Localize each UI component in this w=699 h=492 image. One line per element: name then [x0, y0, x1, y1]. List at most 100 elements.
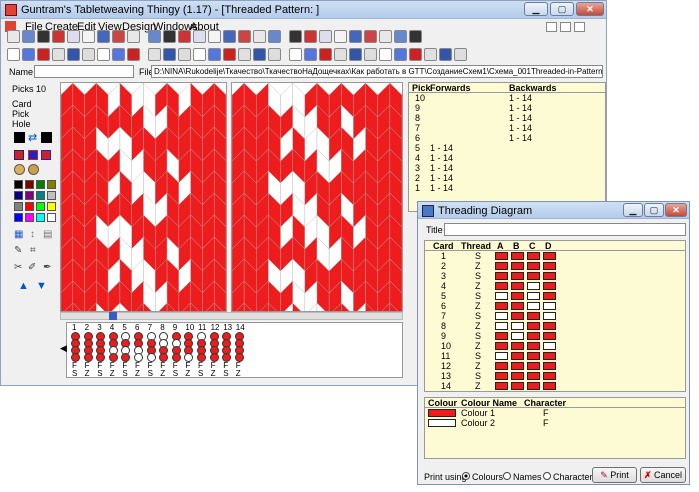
radio-characters[interactable] — [543, 472, 551, 480]
tb1-tool-16-icon[interactable] — [238, 30, 251, 43]
threading-hole-cell[interactable] — [527, 332, 540, 340]
pattern-view-back[interactable] — [231, 82, 403, 338]
threading-hole-cell[interactable] — [511, 302, 524, 310]
palette-swatch-13[interactable] — [14, 213, 23, 222]
threading-hole-cell[interactable] — [495, 272, 508, 280]
tb2-tool-10-icon[interactable] — [148, 48, 161, 61]
flip-tool-icon[interactable]: ↕ — [30, 229, 35, 240]
threading-hole-cell[interactable] — [511, 272, 524, 280]
threading-hole-cell[interactable] — [495, 262, 508, 270]
tb1-tool-2-icon[interactable] — [22, 30, 35, 43]
threading-hole-cell[interactable] — [543, 272, 556, 280]
threading-hole-cell[interactable] — [495, 352, 508, 360]
palette-swatch-2[interactable] — [25, 180, 34, 189]
paint-tool-icon[interactable]: ✐ — [28, 262, 36, 273]
tb1-tool-22-icon[interactable] — [334, 30, 347, 43]
pattern-back-svg[interactable] — [231, 82, 403, 338]
palette-icon[interactable] — [14, 164, 25, 175]
tb2-tool-27-icon[interactable] — [409, 48, 422, 61]
tb1-tool-21-icon[interactable] — [319, 30, 332, 43]
tb2-tool-21-icon[interactable] — [319, 48, 332, 61]
threading-hole-cell[interactable] — [511, 282, 524, 290]
tb1-tool-6-icon[interactable] — [82, 30, 95, 43]
color-tool-2-icon[interactable] — [28, 150, 38, 160]
tb1-tool-27-icon[interactable] — [409, 30, 422, 43]
threading-hole-cell[interactable] — [543, 252, 556, 260]
palette-swatch-11[interactable] — [36, 202, 45, 211]
pattern-front-svg[interactable] — [60, 82, 227, 338]
radio-colours-label[interactable]: Colours — [472, 472, 503, 482]
threading-hole-cell[interactable] — [511, 252, 524, 260]
tb2-tool-18-icon[interactable] — [268, 48, 281, 61]
threading-hole-cell[interactable] — [527, 322, 540, 330]
threading-hole-cell[interactable] — [511, 322, 524, 330]
tb1-tool-14-icon[interactable] — [208, 30, 221, 43]
tb2-tool-8-icon[interactable] — [112, 48, 125, 61]
tb1-tool-10-icon[interactable] — [148, 30, 161, 43]
threading-hole-cell[interactable] — [543, 372, 556, 380]
picks-value[interactable]: 10 — [36, 84, 46, 94]
threading-hole-cell[interactable] — [511, 312, 524, 320]
palette-swatch-10[interactable] — [25, 202, 34, 211]
colour-1-swatch[interactable] — [428, 409, 456, 417]
threading-hole-cell[interactable] — [511, 352, 524, 360]
threading-hole-cell[interactable] — [527, 362, 540, 370]
tb2-tool-23-icon[interactable] — [349, 48, 362, 61]
tb1-tool-8-icon[interactable] — [112, 30, 125, 43]
close-button[interactable]: ✕ — [576, 2, 604, 16]
tb2-tool-25-icon[interactable] — [379, 48, 392, 61]
tb1-tool-26-icon[interactable] — [394, 30, 407, 43]
arrow-up-icon[interactable]: ▲ — [18, 280, 29, 292]
palette-swatch-3[interactable] — [36, 180, 45, 189]
tb1-tool-5-icon[interactable] — [67, 30, 80, 43]
background-color-swatch[interactable] — [41, 132, 52, 143]
tb2-tool-11-icon[interactable] — [163, 48, 176, 61]
tb2-tool-22-icon[interactable] — [334, 48, 347, 61]
threading-hole-cell[interactable] — [495, 302, 508, 310]
radio-colours[interactable] — [462, 472, 470, 480]
radio-names[interactable] — [503, 472, 511, 480]
threading-hole-cell[interactable] — [543, 362, 556, 370]
threading-hole-cell[interactable] — [495, 382, 508, 390]
colour-2-swatch[interactable] — [428, 419, 456, 427]
tb1-tool-12-icon[interactable] — [178, 30, 191, 43]
grid-left-arrow-icon[interactable]: ◀ — [60, 343, 67, 354]
tb2-tool-26-icon[interactable] — [394, 48, 407, 61]
threading-hole-cell[interactable] — [511, 292, 524, 300]
threading-hole-cell[interactable] — [511, 372, 524, 380]
tb1-tool-20-icon[interactable] — [304, 30, 317, 43]
tb2-tool-2-icon[interactable] — [22, 48, 35, 61]
threading-hole-cell[interactable] — [527, 342, 540, 350]
select-tool-icon[interactable]: ⌗ — [30, 245, 36, 256]
swap-colors-icon[interactable]: ⇄ — [28, 131, 37, 144]
threading-hole-cell[interactable] — [543, 322, 556, 330]
tb2-tool-13-icon[interactable] — [193, 48, 206, 61]
eyedrop-tool-icon[interactable]: ✒ — [43, 262, 51, 273]
palette-swatch-15[interactable] — [36, 213, 45, 222]
scroll-position-icon[interactable] — [109, 312, 117, 320]
tb1-tool-25-icon[interactable] — [379, 30, 392, 43]
grid-tool-icon[interactable]: ▤ — [43, 229, 52, 240]
tb1-tool-23-icon[interactable] — [349, 30, 362, 43]
foreground-color-swatch[interactable] — [14, 132, 25, 143]
tb1-tool-1-icon[interactable] — [7, 30, 20, 43]
threading-hole-cell[interactable] — [495, 292, 508, 300]
tb2-tool-7-icon[interactable] — [97, 48, 110, 61]
threading-hole-cell[interactable] — [495, 312, 508, 320]
threading-hole-cell[interactable] — [495, 252, 508, 260]
palette-swatch-4[interactable] — [47, 180, 56, 189]
threading-hole-cell[interactable] — [543, 312, 556, 320]
tb1-tool-9-icon[interactable] — [127, 30, 140, 43]
threading-hole-cell[interactable] — [527, 302, 540, 310]
print-button[interactable]: ✎ Print — [592, 467, 637, 483]
palette-swatch-16[interactable] — [47, 213, 56, 222]
tb2-tool-16-icon[interactable] — [238, 48, 251, 61]
tb2-tool-19-icon[interactable] — [289, 48, 302, 61]
name-input[interactable] — [34, 65, 134, 78]
weave-tool-icon[interactable]: ▦ — [14, 229, 23, 240]
threading-hole-cell[interactable] — [495, 282, 508, 290]
tb2-tool-1-icon[interactable] — [7, 48, 20, 61]
threading-hole-cell[interactable] — [527, 372, 540, 380]
threading-hole-cell[interactable] — [495, 332, 508, 340]
pattern-scrollbar[interactable] — [60, 312, 403, 320]
